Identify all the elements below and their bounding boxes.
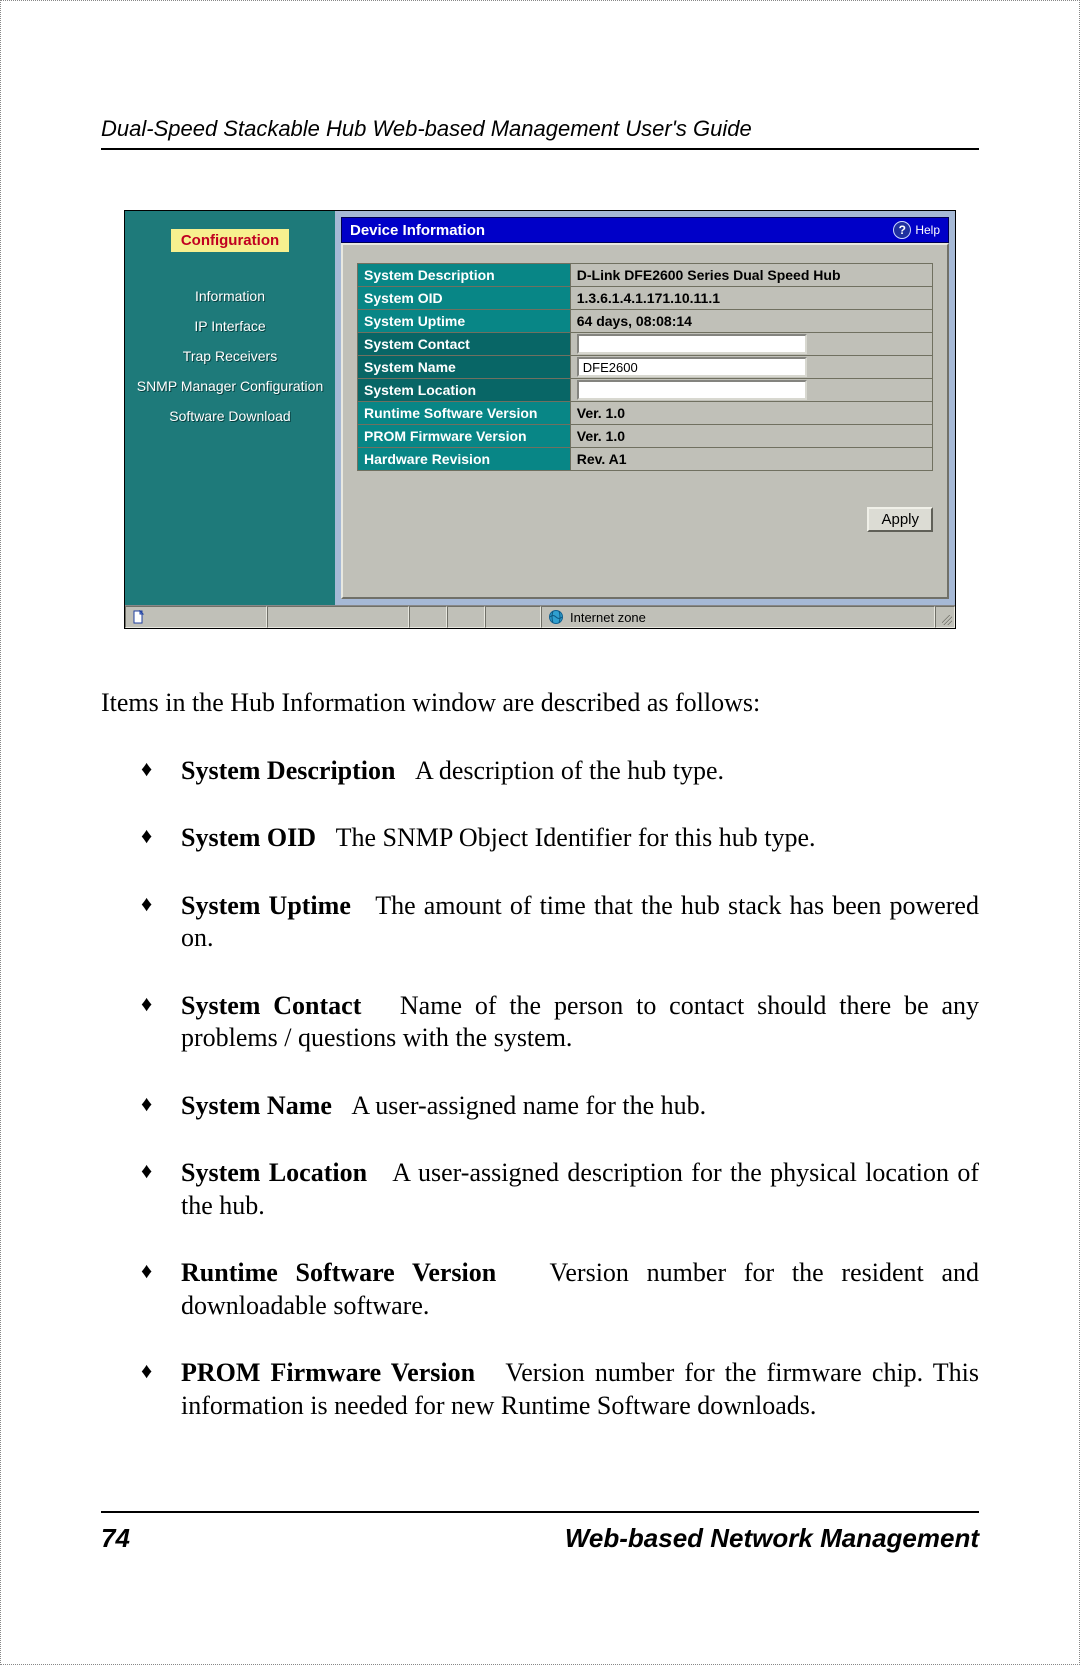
footer-section: Web-based Network Management (565, 1523, 979, 1554)
table-row: Hardware RevisionRev. A1 (358, 448, 933, 471)
page-footer: 74 Web-based Network Management (101, 1511, 979, 1554)
status-zone-label: Internet zone (570, 610, 646, 625)
row-label: System Uptime (358, 310, 571, 333)
content-panel: System DescriptionD-Link DFE2600 Series … (341, 243, 949, 599)
table-row: Runtime Software VersionVer. 1.0 (358, 402, 933, 425)
table-row: System Uptime64 days, 08:08:14 (358, 310, 933, 333)
page-header: Dual-Speed Stackable Hub Web-based Manag… (101, 116, 979, 150)
help-icon: ? (893, 221, 911, 239)
table-row: System Name (358, 356, 933, 379)
sidebar: Configuration Information IP Interface T… (125, 211, 335, 605)
item-term: System Location (181, 1158, 367, 1187)
sidebar-item-software-download[interactable]: Software Download (131, 408, 329, 424)
table-row: System Location (358, 379, 933, 402)
row-label: Runtime Software Version (358, 402, 571, 425)
item-term: System Name (181, 1091, 332, 1120)
page-number: 74 (101, 1523, 130, 1554)
document-icon (132, 610, 146, 624)
list-item: System Uptime The amount of time that th… (141, 890, 979, 955)
item-term: Runtime Software Version (181, 1258, 496, 1287)
row-label: System Location (358, 379, 571, 402)
row-value: 64 days, 08:08:14 (570, 310, 932, 333)
row-label: System Contact (358, 333, 571, 356)
sidebar-header: Configuration (171, 229, 289, 252)
row-label: System Description (358, 264, 571, 287)
row-value: D-Link DFE2600 Series Dual Speed Hub (570, 264, 932, 287)
item-term: System Description (181, 756, 395, 785)
sidebar-item-information[interactable]: Information (131, 288, 329, 304)
list-item: System Location A user-assigned descript… (141, 1157, 979, 1222)
list-item: System Description A description of the … (141, 755, 979, 788)
system-name-input[interactable] (577, 357, 807, 377)
row-label: System OID (358, 287, 571, 310)
item-term: System Contact (181, 991, 361, 1020)
content-title: Device Information (350, 222, 485, 239)
table-row: PROM Firmware VersionVer. 1.0 (358, 425, 933, 448)
list-item: System OID The SNMP Object Identifier fo… (141, 822, 979, 855)
item-desc: The SNMP Object Identifier for this hub … (336, 823, 816, 852)
content-titlebar: Device Information ? Help (341, 217, 949, 243)
sidebar-item-snmp-manager[interactable]: SNMP Manager Configuration (131, 378, 329, 394)
list-item: Runtime Software Version Version number … (141, 1257, 979, 1322)
table-row: System Contact (358, 333, 933, 356)
globe-icon (548, 609, 564, 625)
list-item: System Name A user-assigned name for the… (141, 1090, 979, 1123)
system-location-input[interactable] (577, 380, 807, 400)
item-term: System OID (181, 823, 316, 852)
intro-text: Items in the Hub Information window are … (101, 687, 979, 720)
help-button[interactable]: ? Help (893, 221, 940, 239)
list-item: System Contact Name of the person to con… (141, 990, 979, 1055)
status-left (125, 606, 267, 628)
screenshot-frame: Configuration Information IP Interface T… (124, 210, 956, 629)
table-row: System DescriptionD-Link DFE2600 Series … (358, 264, 933, 287)
item-desc: A description of the hub type. (415, 756, 724, 785)
item-term: PROM Firmware Version (181, 1358, 475, 1387)
item-term: System Uptime (181, 891, 351, 920)
row-value: 1.3.6.1.4.1.171.10.11.1 (570, 287, 932, 310)
apply-button[interactable]: Apply (867, 507, 933, 532)
list-item: PROM Firmware Version Version number for… (141, 1357, 979, 1422)
table-row: System OID1.3.6.1.4.1.171.10.11.1 (358, 287, 933, 310)
row-value: Rev. A1 (570, 448, 932, 471)
item-desc: A user-assigned name for the hub. (351, 1091, 706, 1120)
status-zone: Internet zone (541, 606, 935, 628)
sidebar-item-ip-interface[interactable]: IP Interface (131, 318, 329, 334)
row-value: Ver. 1.0 (570, 425, 932, 448)
status-bar: Internet zone (125, 605, 955, 628)
help-label: Help (915, 223, 940, 237)
description-list: System Description A description of the … (101, 755, 979, 1423)
row-label: Hardware Revision (358, 448, 571, 471)
row-value: Ver. 1.0 (570, 402, 932, 425)
system-contact-input[interactable] (577, 334, 807, 354)
device-info-table: System DescriptionD-Link DFE2600 Series … (357, 263, 933, 471)
resize-grip[interactable] (935, 606, 955, 628)
row-label: System Name (358, 356, 571, 379)
row-label: PROM Firmware Version (358, 425, 571, 448)
sidebar-item-trap-receivers[interactable]: Trap Receivers (131, 348, 329, 364)
